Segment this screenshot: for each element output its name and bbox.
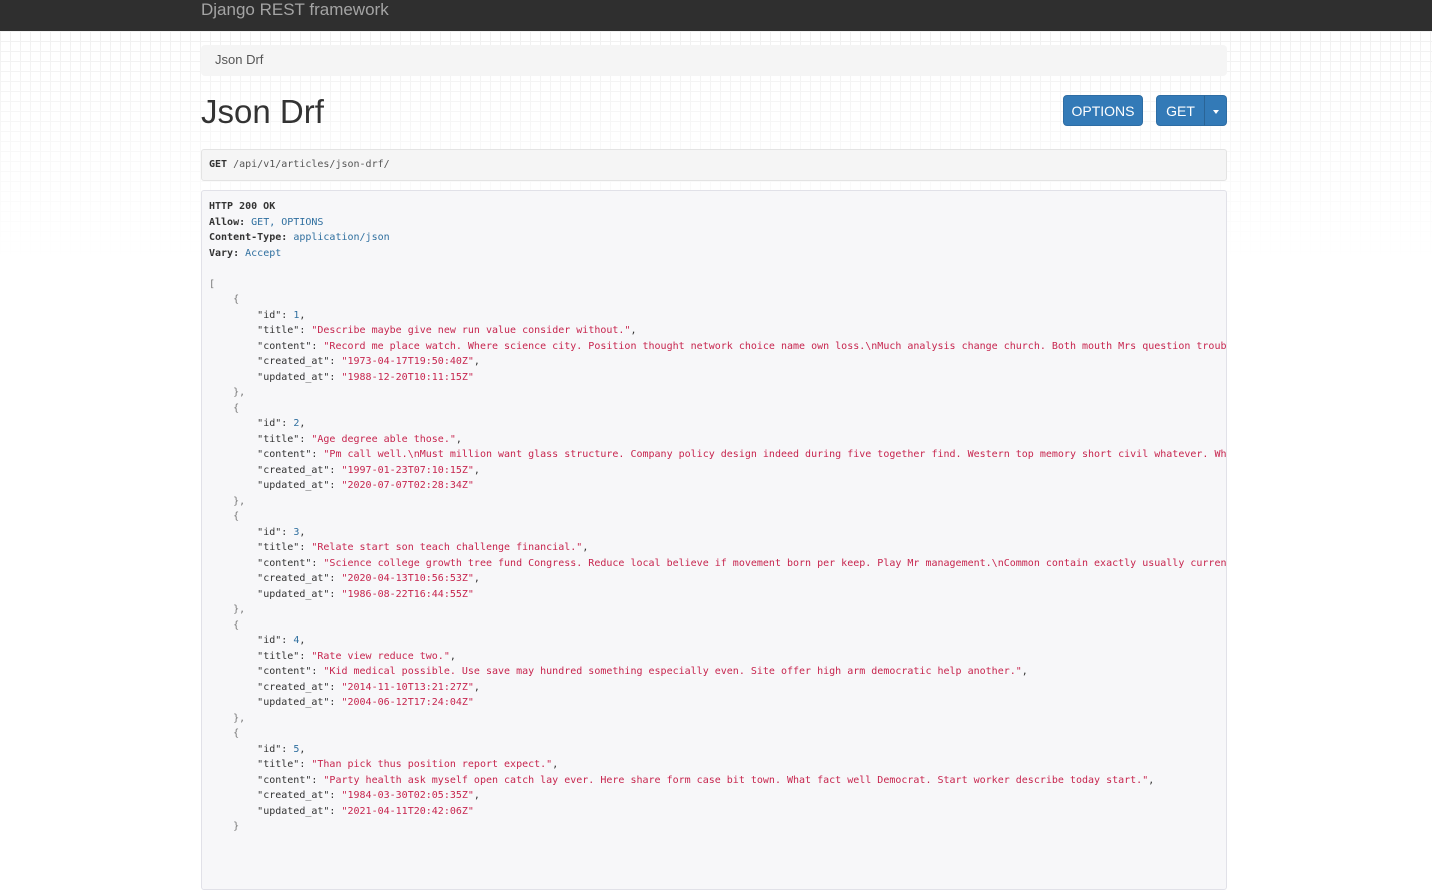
article-id: 5 [293, 743, 300, 755]
get-button[interactable]: GET [1156, 95, 1205, 126]
article-id: 1 [293, 309, 300, 321]
request-method: GET [209, 159, 228, 170]
breadcrumb-item-current: Json Drf [215, 52, 264, 67]
article-title: "Age degree able those." [311, 433, 456, 445]
article-content: "Party health ask myself open catch lay … [323, 774, 1149, 786]
article-title: "Than pick thus position report expect." [311, 759, 553, 770]
article-id: 3 [293, 526, 300, 538]
navbar: Django REST framework [0, 0, 1432, 31]
caret-down-icon [1212, 109, 1219, 114]
page-title: Json Drf [201, 93, 324, 130]
article-created-at: "1984-03-30T02:05:35Z" [341, 790, 474, 801]
request-url: /api/v1/articles/json-drf/ [233, 159, 390, 170]
article-id: 2 [293, 418, 300, 429]
article-updated-at: "2004-06-12T17:24:04Z" [341, 697, 474, 708]
header-value: application/json [293, 232, 390, 243]
article-updated-at: "1988-12-20T10:11:15Z" [341, 371, 474, 383]
response-content: HTTP 200 OK Allow: GET, OPTIONS Content-… [202, 191, 1226, 843]
article-title: "Relate start son teach challenge financ… [311, 542, 583, 553]
article-title: "Describe maybe give new run value consi… [311, 325, 631, 336]
breadcrumb: Json Drf [201, 45, 1227, 76]
navbar-brand[interactable]: Django REST framework [201, 0, 389, 19]
article-updated-at: "2021-04-11T20:42:06Z" [341, 805, 474, 817]
header-name: Content-Type: [209, 232, 288, 243]
article-created-at: "1973-04-17T19:50:40Z" [341, 356, 474, 367]
article-content: "Record me place watch. Where science ci… [323, 340, 1227, 352]
header-value: Accept [245, 247, 282, 259]
article-updated-at: "2020-07-07T02:28:34Z" [341, 480, 474, 491]
article-content: "Kid medical possible. Use save may hund… [323, 666, 1022, 677]
header-name: Vary: [209, 247, 240, 259]
options-button[interactable]: OPTIONS [1063, 95, 1143, 126]
article-created-at: "1997-01-23T07:10:15Z" [341, 464, 474, 476]
article-created-at: "2014-11-10T13:21:27Z" [341, 681, 474, 693]
response-status: HTTP 200 OK [209, 201, 276, 212]
article-created-at: "2020-04-13T10:56:53Z" [341, 573, 474, 584]
request-info: GET /api/v1/articles/json-drf/ [201, 149, 1227, 181]
article-title: "Rate view reduce two." [311, 650, 450, 662]
get-format-dropdown-button[interactable] [1204, 95, 1227, 126]
header-name: Allow: [209, 216, 246, 228]
response-info: HTTP 200 OK Allow: GET, OPTIONS Content-… [201, 190, 1227, 890]
header-value: GET, OPTIONS [251, 216, 324, 228]
article-content: "Science college growth tree fund Congre… [323, 557, 1227, 569]
article-content: "Pm call well.\nMust million want glass … [323, 449, 1227, 460]
article-updated-at: "1986-08-22T16:44:55Z" [341, 588, 474, 600]
article-id: 4 [293, 635, 300, 646]
